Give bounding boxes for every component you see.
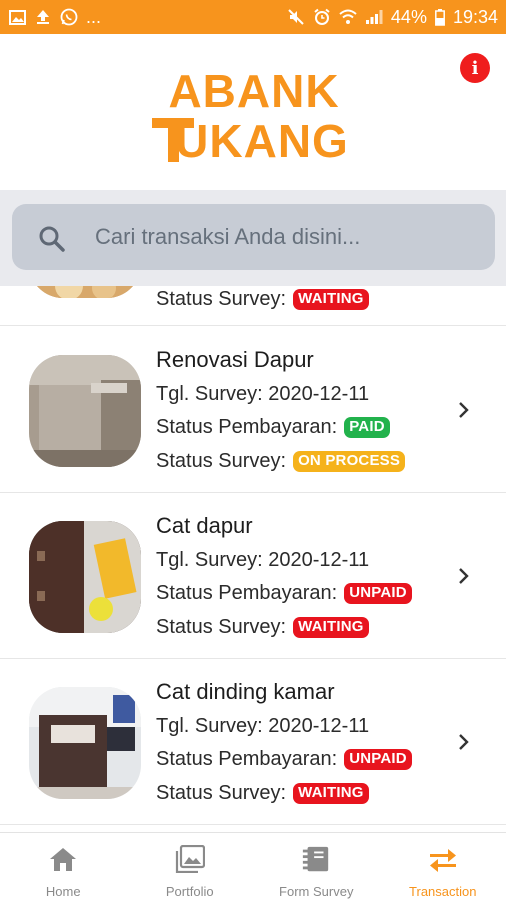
transaction-item-partial[interactable]: Status Survey: WAITING (0, 286, 506, 326)
survey-status-line: Status Survey: WAITING (156, 288, 369, 311)
mute-icon (287, 8, 305, 26)
survey-status-label: Status Survey: (156, 782, 287, 804)
survey-date-label: Tgl. Survey: (156, 383, 263, 405)
abank-tukang-logo: ABANK UKANG (148, 64, 360, 167)
survey-date-label: Tgl. Survey: (156, 549, 263, 571)
status-bar: ... 44% 19:34 (0, 0, 506, 34)
nav-home[interactable]: Home (0, 833, 127, 900)
transaction-list[interactable]: Status Survey: WAITING Renovasi Dapur Tg… (0, 286, 506, 832)
search-icon[interactable] (38, 225, 66, 253)
notebook-icon (301, 844, 331, 874)
survey-status-label: Status Survey: (156, 450, 287, 472)
survey-status-label: Status Survey: (156, 616, 287, 638)
transaction-title: Renovasi Dapur (156, 347, 314, 372)
survey-status-badge: WAITING (293, 289, 369, 310)
signal-icon (365, 8, 383, 26)
home-icon (48, 844, 78, 874)
nav-transaction-label: Transaction (409, 884, 477, 899)
nav-form-survey-label: Form Survey (279, 884, 354, 899)
whatsapp-icon (60, 8, 78, 26)
survey-status-badge: WAITING (293, 783, 369, 804)
survey-date-line: Tgl. Survey: 2020-12-11 (156, 383, 369, 406)
chevron-right-icon[interactable] (456, 399, 472, 421)
swap-arrows-icon (428, 844, 458, 874)
search-bar-container (0, 190, 506, 286)
bottom-navigation: Home Portfolio Form Survey Transaction (0, 832, 506, 900)
survey-date-value: 2020-12-11 (268, 549, 370, 571)
transaction-title: Cat dapur (156, 513, 253, 538)
more-notifications: ... (86, 6, 102, 27)
battery-icon (435, 8, 445, 26)
survey-date-line: Tgl. Survey: 2020-12-11 (156, 715, 369, 738)
payment-status-badge: PAID (344, 417, 390, 438)
survey-status-line: Status Survey: ON PROCESS (156, 450, 406, 473)
payment-status-label: Status Pembayaran: (156, 748, 338, 770)
survey-status-line: Status Survey: WAITING (156, 782, 369, 805)
survey-date-line: Tgl. Survey: 2020-12-11 (156, 549, 369, 572)
payment-status-line: Status Pembayaran: UNPAID (156, 582, 412, 605)
transaction-title: Cat dinding kamar (156, 679, 335, 704)
chevron-right-icon[interactable] (456, 565, 472, 587)
payment-status-badge: UNPAID (344, 749, 412, 770)
upload-icon (34, 8, 52, 26)
payment-status-label: Status Pembayaran: (156, 416, 338, 438)
app-header: ABANK UKANG i (0, 34, 506, 190)
battery-level: 44% (390, 6, 427, 27)
transaction-thumbnail (29, 355, 141, 467)
payment-status-label: Status Pembayaran: (156, 582, 338, 604)
payment-status-line: Status Pembayaran: PAID (156, 416, 390, 439)
payment-status-line: Status Pembayaran: UNPAID (156, 748, 412, 771)
nav-transaction[interactable]: Transaction (380, 833, 506, 900)
chevron-right-icon[interactable] (456, 731, 472, 753)
info-icon: i (471, 57, 479, 79)
search-input[interactable] (95, 204, 485, 270)
image-icon (175, 844, 205, 874)
survey-date-label: Tgl. Survey: (156, 715, 263, 737)
transaction-thumbnail (29, 286, 141, 298)
transaction-item[interactable]: Cat dinding kamar Tgl. Survey: 2020-12-1… (0, 659, 506, 825)
search-box[interactable] (12, 204, 495, 270)
clock: 19:34 (452, 6, 498, 27)
nav-form-survey[interactable]: Form Survey (253, 833, 380, 900)
survey-status-label: Status Survey: (156, 288, 287, 310)
info-button[interactable]: i (460, 53, 490, 83)
survey-status-badge: ON PROCESS (293, 451, 406, 472)
survey-date-value: 2020-12-11 (268, 715, 370, 737)
svg-text:UKANG: UKANG (175, 115, 349, 164)
survey-date-value: 2020-12-11 (268, 383, 370, 405)
nav-portfolio[interactable]: Portfolio (127, 833, 254, 900)
payment-status-badge: UNPAID (344, 583, 412, 604)
transaction-item[interactable]: Renovasi Dapur Tgl. Survey: 2020-12-11 S… (0, 327, 506, 493)
alarm-icon (313, 8, 331, 26)
transaction-item[interactable]: Cat dapur Tgl. Survey: 2020-12-11 Status… (0, 493, 506, 659)
wifi-icon (339, 8, 357, 26)
svg-text:ABANK: ABANK (168, 65, 339, 117)
transaction-thumbnail (29, 687, 141, 799)
survey-status-line: Status Survey: WAITING (156, 616, 369, 639)
nav-home-label: Home (45, 884, 81, 899)
image-icon (8, 8, 26, 26)
survey-status-badge: WAITING (293, 617, 369, 638)
nav-portfolio-label: Portfolio (165, 884, 214, 899)
transaction-thumbnail (29, 521, 141, 633)
